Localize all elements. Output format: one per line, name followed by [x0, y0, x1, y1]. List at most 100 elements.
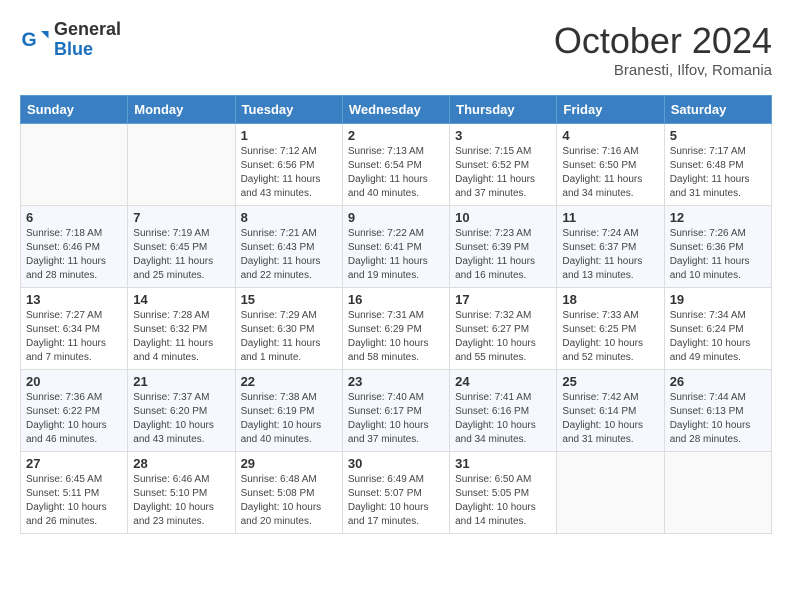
calendar-cell: 25Sunrise: 7:42 AM Sunset: 6:14 PM Dayli…: [557, 370, 664, 452]
day-info: Sunrise: 7:23 AM Sunset: 6:39 PM Dayligh…: [455, 227, 551, 283]
calendar-cell: 19 Sunrise: 7:34 AM Sunset: 6:24 PM Dayli…: [664, 288, 771, 370]
day-info: Sunrise: 7:17 AM Sunset: 6:48 PM Dayligh…: [670, 145, 766, 201]
logo: G General Blue: [20, 20, 121, 60]
day-info: Sunrise: 7:40 AM Sunset: 6:17 PM Dayligh…: [348, 391, 444, 447]
calendar-cell: 12 Sunrise: 7:26 AM Sunset: 6:36 PM Dayli…: [664, 206, 771, 288]
calendar-cell: 4Sunrise: 7:16 AM Sunset: 6:50 PM Daylig…: [557, 124, 664, 206]
logo-icon: G: [20, 25, 50, 55]
calendar-cell: 26 Sunrise: 7:44 AM Sunset: 6:13 PM Dayli…: [664, 370, 771, 452]
logo-general: General: [54, 20, 121, 40]
calendar-cell: 11 Sunrise: 7:24 AM Sunset: 6:37 PM Dayli…: [557, 206, 664, 288]
calendar-table: SundayMondayTuesdayWednesdayThursdayFrid…: [20, 95, 772, 534]
day-number: 11: [562, 210, 658, 225]
calendar-cell: 10Sunrise: 7:23 AM Sunset: 6:39 PM Dayli…: [450, 206, 557, 288]
day-number: 29: [241, 456, 337, 471]
day-number: 12: [670, 210, 766, 225]
day-number: 28: [133, 456, 229, 471]
calendar-week-row: 27Sunrise: 6:45 AM Sunset: 5:11 PM Dayli…: [21, 452, 772, 534]
day-number: 7: [133, 210, 229, 225]
day-info: Sunrise: 7:15 AM Sunset: 6:52 PM Dayligh…: [455, 145, 551, 201]
day-info: Sunrise: 7:12 AM Sunset: 6:56 PM Dayligh…: [241, 145, 337, 201]
day-number: 13: [26, 292, 122, 307]
calendar-cell: [21, 124, 128, 206]
weekday-header-wednesday: Wednesday: [342, 96, 449, 124]
day-number: 17: [455, 292, 551, 307]
calendar-cell: 24 Sunrise: 7:41 AM Sunset: 6:16 PM Dayli…: [450, 370, 557, 452]
calendar-cell: 3Sunrise: 7:15 AM Sunset: 6:52 PM Daylig…: [450, 124, 557, 206]
title-section: October 2024 Branesti, Ilfov, Romania: [554, 20, 772, 79]
day-info: Sunrise: 7:37 AM Sunset: 6:20 PM Dayligh…: [133, 391, 229, 447]
weekday-header-monday: Monday: [128, 96, 235, 124]
day-number: 22: [241, 374, 337, 389]
day-number: 24: [455, 374, 551, 389]
page-header: G General Blue October 2024 Branesti, Il…: [20, 20, 772, 79]
day-info: Sunrise: 7:29 AM Sunset: 6:30 PM Dayligh…: [241, 309, 337, 365]
calendar-cell: 30 Sunrise: 6:49 AM Sunset: 5:07 PM Dayli…: [342, 452, 449, 534]
day-info: Sunrise: 7:22 AM Sunset: 6:41 PM Dayligh…: [348, 227, 444, 283]
calendar-cell: [557, 452, 664, 534]
day-info: Sunrise: 7:42 AM Sunset: 6:14 PM Dayligh…: [562, 391, 658, 447]
calendar-cell: 7 Sunrise: 7:19 AM Sunset: 6:45 PM Daylig…: [128, 206, 235, 288]
weekday-header-sunday: Sunday: [21, 96, 128, 124]
day-info: Sunrise: 7:41 AM Sunset: 6:16 PM Dayligh…: [455, 391, 551, 447]
weekday-header-saturday: Saturday: [664, 96, 771, 124]
day-info: Sunrise: 6:49 AM Sunset: 5:07 PM Dayligh…: [348, 473, 444, 529]
weekday-header-tuesday: Tuesday: [235, 96, 342, 124]
calendar-cell: 16Sunrise: 7:31 AM Sunset: 6:29 PM Dayli…: [342, 288, 449, 370]
calendar-week-row: 13Sunrise: 7:27 AM Sunset: 6:34 PM Dayli…: [21, 288, 772, 370]
calendar-cell: 8 Sunrise: 7:21 AM Sunset: 6:43 PM Daylig…: [235, 206, 342, 288]
day-info: Sunrise: 7:31 AM Sunset: 6:29 PM Dayligh…: [348, 309, 444, 365]
day-number: 20: [26, 374, 122, 389]
calendar-cell: 17 Sunrise: 7:32 AM Sunset: 6:27 PM Dayli…: [450, 288, 557, 370]
calendar-cell: 5 Sunrise: 7:17 AM Sunset: 6:48 PM Daylig…: [664, 124, 771, 206]
calendar-cell: [128, 124, 235, 206]
weekday-header-friday: Friday: [557, 96, 664, 124]
day-info: Sunrise: 7:26 AM Sunset: 6:36 PM Dayligh…: [670, 227, 766, 283]
month-title: October 2024: [554, 20, 772, 62]
logo-text: General Blue: [54, 20, 121, 60]
day-info: Sunrise: 7:33 AM Sunset: 6:25 PM Dayligh…: [562, 309, 658, 365]
svg-text:G: G: [22, 29, 37, 51]
day-number: 18: [562, 292, 658, 307]
calendar-cell: 18 Sunrise: 7:33 AM Sunset: 6:25 PM Dayli…: [557, 288, 664, 370]
calendar-cell: 28 Sunrise: 6:46 AM Sunset: 5:10 PM Dayli…: [128, 452, 235, 534]
day-info: Sunrise: 7:16 AM Sunset: 6:50 PM Dayligh…: [562, 145, 658, 201]
day-number: 19: [670, 292, 766, 307]
day-info: Sunrise: 7:28 AM Sunset: 6:32 PM Dayligh…: [133, 309, 229, 365]
day-info: Sunrise: 7:44 AM Sunset: 6:13 PM Dayligh…: [670, 391, 766, 447]
day-info: Sunrise: 7:21 AM Sunset: 6:43 PM Dayligh…: [241, 227, 337, 283]
day-info: Sunrise: 7:18 AM Sunset: 6:46 PM Dayligh…: [26, 227, 122, 283]
day-info: Sunrise: 7:13 AM Sunset: 6:54 PM Dayligh…: [348, 145, 444, 201]
day-number: 8: [241, 210, 337, 225]
day-info: Sunrise: 6:48 AM Sunset: 5:08 PM Dayligh…: [241, 473, 337, 529]
day-number: 9: [348, 210, 444, 225]
day-number: 31: [455, 456, 551, 471]
day-info: Sunrise: 6:50 AM Sunset: 5:05 PM Dayligh…: [455, 473, 551, 529]
calendar-cell: [664, 452, 771, 534]
day-number: 30: [348, 456, 444, 471]
calendar-cell: 1 Sunrise: 7:12 AM Sunset: 6:56 PM Daylig…: [235, 124, 342, 206]
calendar-cell: 13Sunrise: 7:27 AM Sunset: 6:34 PM Dayli…: [21, 288, 128, 370]
day-number: 21: [133, 374, 229, 389]
day-number: 5: [670, 128, 766, 143]
day-number: 15: [241, 292, 337, 307]
calendar-cell: 21 Sunrise: 7:37 AM Sunset: 6:20 PM Dayli…: [128, 370, 235, 452]
day-number: 27: [26, 456, 122, 471]
location-subtitle: Branesti, Ilfov, Romania: [554, 62, 772, 79]
day-info: Sunrise: 7:32 AM Sunset: 6:27 PM Dayligh…: [455, 309, 551, 365]
day-number: 1: [241, 128, 337, 143]
day-info: Sunrise: 6:46 AM Sunset: 5:10 PM Dayligh…: [133, 473, 229, 529]
day-number: 23: [348, 374, 444, 389]
calendar-cell: 9 Sunrise: 7:22 AM Sunset: 6:41 PM Daylig…: [342, 206, 449, 288]
weekday-header-thursday: Thursday: [450, 96, 557, 124]
calendar-cell: 29 Sunrise: 6:48 AM Sunset: 5:08 PM Dayli…: [235, 452, 342, 534]
day-number: 26: [670, 374, 766, 389]
weekday-header-row: SundayMondayTuesdayWednesdayThursdayFrid…: [21, 96, 772, 124]
calendar-cell: 31 Sunrise: 6:50 AM Sunset: 5:05 PM Dayli…: [450, 452, 557, 534]
day-info: Sunrise: 7:34 AM Sunset: 6:24 PM Dayligh…: [670, 309, 766, 365]
day-info: Sunrise: 7:24 AM Sunset: 6:37 PM Dayligh…: [562, 227, 658, 283]
day-number: 2: [348, 128, 444, 143]
day-info: Sunrise: 7:19 AM Sunset: 6:45 PM Dayligh…: [133, 227, 229, 283]
calendar-week-row: 20Sunrise: 7:36 AM Sunset: 6:22 PM Dayli…: [21, 370, 772, 452]
day-number: 14: [133, 292, 229, 307]
